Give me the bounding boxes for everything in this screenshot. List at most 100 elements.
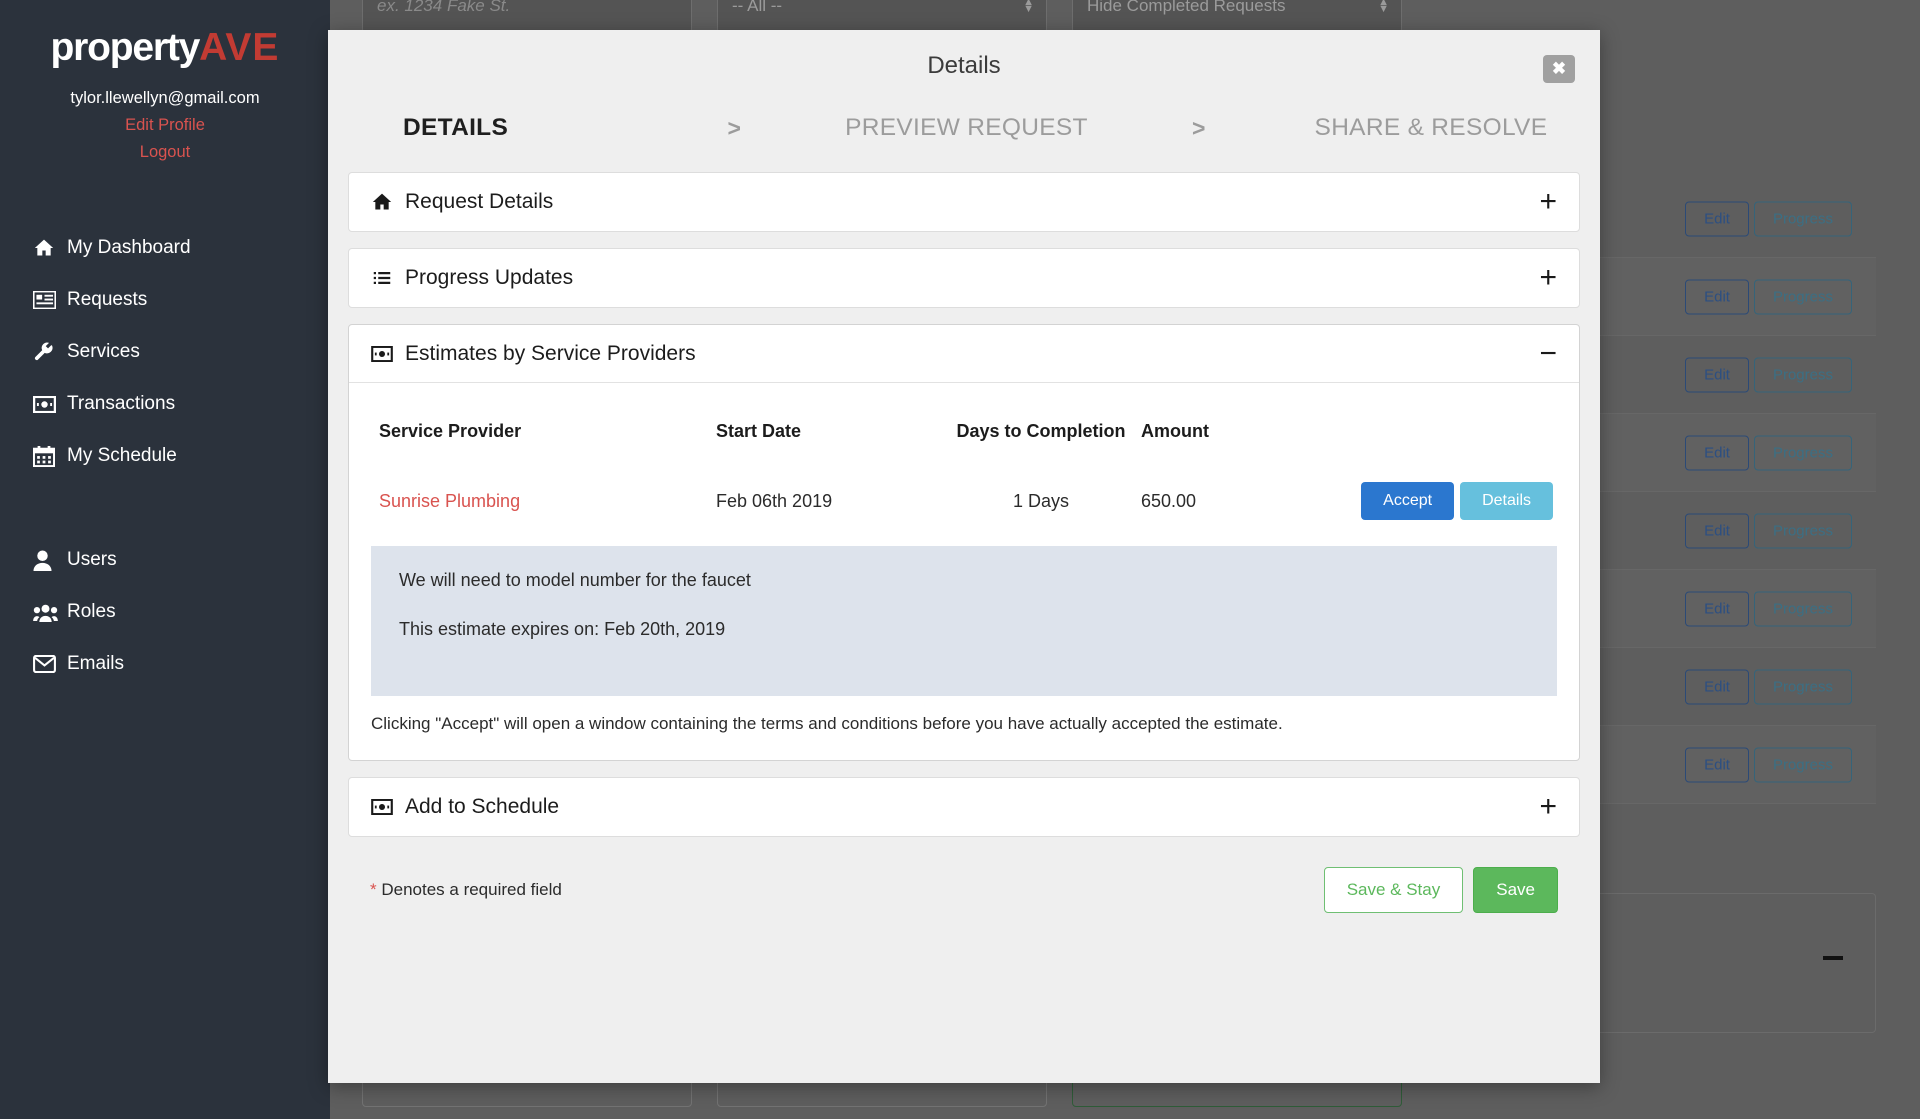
cell-provider: Sunrise Plumbing <box>371 472 716 544</box>
sidebar-item-services[interactable]: Services <box>0 326 330 378</box>
sidebar-item-label: My Schedule <box>67 445 177 466</box>
required-text: Denotes a required field <box>376 880 562 899</box>
logout-link[interactable]: Logout <box>0 143 330 162</box>
sidebar-item-label: Transactions <box>67 393 176 414</box>
wizard-step-details[interactable]: DETAILS <box>368 114 631 142</box>
sidebar-item-transactions[interactable]: Transactions <box>0 378 330 430</box>
edit-button[interactable]: Edit <box>1685 591 1749 626</box>
app-logo: propertyAVE <box>0 0 330 67</box>
accordion-request-details-header[interactable]: Request Details + <box>349 173 1579 231</box>
progress-button[interactable]: Progress <box>1753 747 1852 782</box>
minus-icon[interactable] <box>1823 956 1843 960</box>
logo-text-property: property <box>50 26 201 69</box>
money-icon <box>33 395 67 413</box>
required-star: * <box>370 880 377 899</box>
sidebar-item-users[interactable]: Users <box>0 534 330 586</box>
details-modal: Details ✖ DETAILS > PREVIEW REQUEST > SH… <box>328 30 1600 1083</box>
wizard-steps: DETAILS > PREVIEW REQUEST > SHARE & RESO… <box>328 114 1600 142</box>
accordion-estimates-header[interactable]: Estimates by Service Providers − <box>349 325 1579 383</box>
row-actions: Edit Progress <box>1685 357 1852 392</box>
completed-filter-value: Hide Completed Requests <box>1087 0 1286 15</box>
sidebar-item-label: Requests <box>67 289 148 310</box>
sidebar-item-label: My Dashboard <box>67 237 191 258</box>
chevron-right-icon: > <box>727 114 741 141</box>
list-icon <box>371 269 405 287</box>
estimates-body: Service Provider Start Date Days to Comp… <box>349 383 1579 760</box>
edit-button[interactable]: Edit <box>1685 513 1749 548</box>
row-actions: Edit Progress <box>1685 279 1852 314</box>
estimate-note: We will need to model number for the fau… <box>371 546 1557 696</box>
sidebar-item-roles[interactable]: Roles <box>0 586 330 638</box>
cell-amount: 650.00 <box>1141 490 1197 511</box>
column-header-provider: Service Provider <box>379 421 522 441</box>
details-button[interactable]: Details <box>1460 482 1553 520</box>
cell-start-date: Feb 06th 2019 <box>716 490 833 511</box>
progress-button[interactable]: Progress <box>1753 591 1852 626</box>
sidebar-item-requests[interactable]: Requests <box>0 274 330 326</box>
save-button[interactable]: Save <box>1473 867 1558 913</box>
row-actions: Edit Progress <box>1685 669 1852 704</box>
accordion-title: Estimates by Service Providers <box>405 341 696 365</box>
app-root: ex. 1234 Fake St. -- All -- ▲ ▼ Hide Comp… <box>0 0 1920 1119</box>
row-actions: Edit Progress <box>1685 513 1852 548</box>
estimates-table: Service Provider Start Date Days to Comp… <box>371 399 1557 544</box>
plus-icon[interactable]: + <box>1539 792 1557 822</box>
accordion-request-details: Request Details + <box>348 172 1580 232</box>
progress-button[interactable]: Progress <box>1753 357 1852 392</box>
sidebar-item-label: Users <box>67 549 117 570</box>
edit-profile-link[interactable]: Edit Profile <box>0 116 330 135</box>
money-icon <box>371 345 405 362</box>
sidebar-item-label: Roles <box>67 601 116 622</box>
save-and-stay-button[interactable]: Save & Stay <box>1323 867 1464 913</box>
envelope-icon <box>33 655 67 673</box>
edit-button[interactable]: Edit <box>1685 357 1749 392</box>
close-icon[interactable]: ✖ <box>1543 55 1575 83</box>
column-header-days: Days to Completion <box>956 421 1126 441</box>
row-actions: Edit Progress <box>1685 747 1852 782</box>
footer-buttons: Save & Stay Save <box>1323 867 1558 913</box>
wizard-step-preview-request[interactable]: PREVIEW REQUEST <box>837 114 1095 142</box>
plus-icon[interactable]: + <box>1539 263 1557 293</box>
sidebar-item-my-dashboard[interactable]: My Dashboard <box>0 222 330 274</box>
edit-button[interactable]: Edit <box>1685 669 1749 704</box>
progress-button[interactable]: Progress <box>1753 435 1852 470</box>
completed-filter-select[interactable]: Hide Completed Requests ▲ ▼ <box>1072 0 1402 33</box>
table-header-row: Service Provider Start Date Days to Comp… <box>371 399 1557 472</box>
accordion-progress-updates: Progress Updates + <box>348 248 1580 308</box>
address-search-input[interactable]: ex. 1234 Fake St. <box>362 0 692 33</box>
sidebar-item-my-schedule[interactable]: My Schedule <box>0 430 330 482</box>
edit-button[interactable]: Edit <box>1685 279 1749 314</box>
cell-days: 1 Days <box>1012 490 1070 511</box>
progress-button[interactable]: Progress <box>1753 669 1852 704</box>
estimate-note-line-2: This estimate expires on: Feb 20th, 2019 <box>399 619 726 639</box>
accordion-add-to-schedule: Add to Schedule + <box>348 777 1580 837</box>
category-select[interactable]: -- All -- ▲ ▼ <box>717 0 1047 33</box>
background-filter-bar: ex. 1234 Fake St. -- All -- ▲ ▼ Hide Comp… <box>362 0 1876 33</box>
estimate-row-actions: Accept Details <box>1331 482 1557 520</box>
accordion-progress-updates-header[interactable]: Progress Updates + <box>349 249 1579 307</box>
wizard-step-share-resolve[interactable]: SHARE & RESOLVE <box>1302 114 1560 142</box>
minus-icon[interactable]: − <box>1539 338 1557 369</box>
plus-icon[interactable]: + <box>1539 187 1557 217</box>
chevron-updown-icon: ▲ ▼ <box>1023 0 1034 15</box>
accordion-title: Request Details <box>405 190 554 213</box>
estimates-table-body: Sunrise Plumbing Feb 06th 2019 1 Days 650.0… <box>371 472 1557 544</box>
cell-actions: Accept Details <box>1331 472 1557 544</box>
edit-button[interactable]: Edit <box>1685 201 1749 236</box>
sidebar-primary-nav: My Dashboard Requests Services Transactions… <box>0 222 330 482</box>
edit-button[interactable]: Edit <box>1685 747 1749 782</box>
column-header-amount: Amount <box>1141 421 1209 441</box>
column-header-actions <box>1331 399 1557 472</box>
accept-button[interactable]: Accept <box>1361 482 1455 520</box>
chevron-updown-icon: ▲ ▼ <box>1378 0 1389 15</box>
modal-footer: * Denotes a required field Save & Stay S… <box>348 853 1580 913</box>
progress-button[interactable]: Progress <box>1753 279 1852 314</box>
edit-button[interactable]: Edit <box>1685 435 1749 470</box>
accordion-add-to-schedule-header[interactable]: Add to Schedule + <box>349 778 1579 836</box>
progress-button[interactable]: Progress <box>1753 513 1852 548</box>
service-provider-link[interactable]: Sunrise Plumbing <box>379 491 520 511</box>
progress-button[interactable]: Progress <box>1753 201 1852 236</box>
user-icon <box>33 550 67 571</box>
sidebar: propertyAVE tylor.llewellyn@gmail.com Ed… <box>0 0 330 1119</box>
sidebar-item-emails[interactable]: Emails <box>0 638 330 690</box>
